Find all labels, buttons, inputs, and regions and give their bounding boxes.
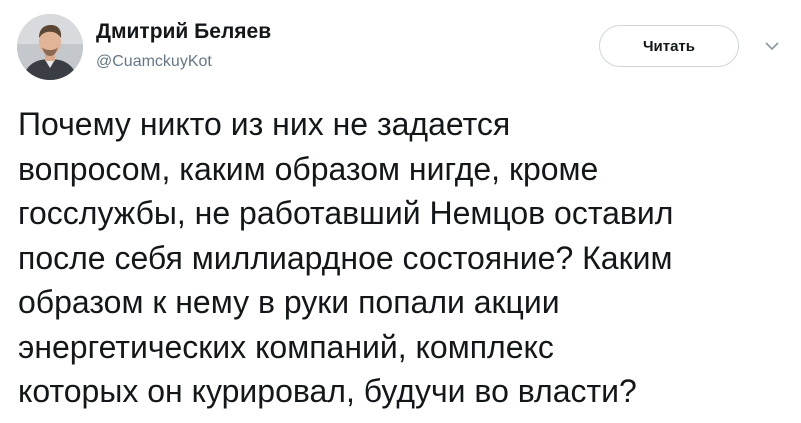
tweet-text-line: энергетических компаний, комплекс — [18, 328, 554, 365]
tweet-text-line: вопросом, каким образом нигде, кроме — [18, 150, 599, 187]
chevron-down-icon[interactable] — [763, 39, 781, 53]
tweet-text: Почему никто из них не задается вопросом… — [18, 102, 793, 414]
author-name[interactable]: Дмитрий Беляев — [96, 20, 271, 44]
author-handle[interactable]: @CuamckuyKot — [96, 53, 212, 71]
avatar-photo — [17, 14, 83, 80]
avatar[interactable] — [17, 14, 83, 80]
follow-button[interactable]: Читать — [599, 25, 739, 67]
tweet-text-line: которых он курировал, будучи во власти? — [18, 373, 637, 409]
tweet-text-line: Почему никто из них не задается — [18, 106, 511, 142]
tweet-card: Дмитрий Беляев @CuamckuyKot Читать Почем… — [0, 0, 801, 423]
tweet-text-line: образом к нему в руки попали акции — [18, 284, 560, 320]
tweet-text-line: после себя миллиардное состояние? Каким — [18, 239, 673, 276]
tweet-text-line: госслужбы, не работавший Немцов оставил — [18, 195, 674, 231]
